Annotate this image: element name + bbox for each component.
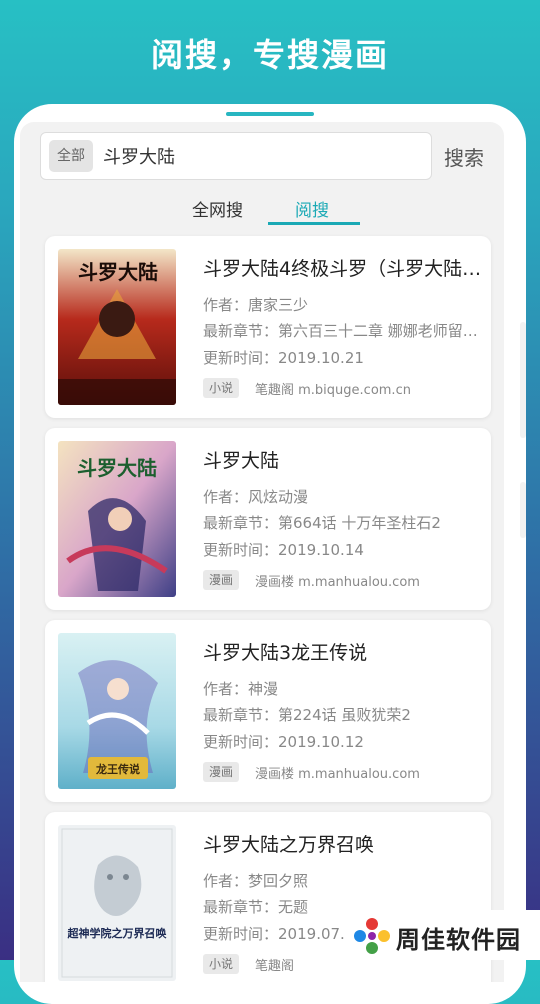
- result-author: 作者：唐家三少: [203, 294, 485, 315]
- updated-value: 2019.10.21: [278, 349, 364, 367]
- active-tab-indicator: [268, 222, 360, 225]
- result-source: 漫画楼 m.manhualou.com: [255, 575, 420, 590]
- latest-value: 第664话 十万年圣柱石2: [278, 514, 441, 532]
- watermark-logo-icon: [354, 918, 390, 954]
- watermark: 周佳软件园: [346, 910, 540, 960]
- author-value: 唐家三少: [248, 296, 309, 314]
- updated-label: 更新时间：: [203, 925, 279, 943]
- app-screen: 全部 搜索 全网搜 阅搜 斗罗大陆: [20, 122, 504, 982]
- result-type-badge: 漫画: [203, 570, 240, 590]
- updated-value: 2019.07.: [278, 925, 345, 943]
- search-tabs: 全网搜 阅搜: [20, 192, 504, 226]
- latest-value: 第六百三十二章 娜娜老师留下来: [278, 322, 485, 340]
- cover-title-text: 龙王传说: [95, 762, 140, 776]
- result-card[interactable]: 龙王传说 斗罗大陆3龙王传说 作者：神漫 最新章节：第224话 虽败犹荣2 更新…: [45, 620, 491, 802]
- phone-speaker: [226, 112, 314, 116]
- tab-yuesou[interactable]: 阅搜: [295, 196, 329, 221]
- result-title[interactable]: 斗罗大陆之万界召唤: [203, 830, 485, 857]
- author-value: 梦回夕照: [248, 872, 309, 890]
- book-cover[interactable]: 斗罗大陆: [58, 441, 176, 597]
- latest-label: 最新章节：: [203, 322, 279, 340]
- updated-value: 2019.10.12: [278, 733, 364, 751]
- cover-title-text: 斗罗大陆: [77, 456, 157, 480]
- cover-title-text: 斗罗大陆: [78, 260, 158, 284]
- author-value: 神漫: [248, 680, 279, 698]
- side-button-volume: [520, 322, 526, 438]
- result-updated: 更新时间：2019.10.14: [203, 539, 485, 560]
- result-updated: 更新时间：2019.10.21: [203, 347, 485, 368]
- updated-label: 更新时间：: [203, 733, 279, 751]
- search-scope-selector[interactable]: 全部: [49, 140, 93, 172]
- result-type-badge: 漫画: [203, 762, 240, 782]
- author-label: 作者：: [203, 296, 249, 314]
- latest-label: 最新章节：: [203, 706, 279, 724]
- headline: 阅搜，专搜漫画: [150, 36, 389, 74]
- author-label: 作者：: [203, 872, 249, 890]
- result-title[interactable]: 斗罗大陆: [203, 446, 485, 473]
- result-title[interactable]: 斗罗大陆4终极斗罗（斗罗大陆4）: [203, 254, 485, 281]
- author-value: 风炫动漫: [248, 488, 309, 506]
- book-cover[interactable]: 龙王传说: [58, 633, 176, 789]
- watermark-text: 周佳软件园: [396, 926, 521, 954]
- tab-all-web[interactable]: 全网搜: [192, 196, 243, 221]
- book-cover[interactable]: 斗罗大陆: [58, 249, 176, 405]
- result-latest-chapter: 最新章节：第664话 十万年圣柱石2: [203, 512, 485, 533]
- search-input[interactable]: [101, 139, 425, 173]
- result-source: 漫画楼 m.manhualou.com: [255, 767, 420, 782]
- result-card[interactable]: 斗罗大陆 斗罗大陆 作者：风炫动漫 最新章节：第664话 十万年圣柱石2 更新时…: [45, 428, 491, 610]
- result-author: 作者：风炫动漫: [203, 486, 485, 507]
- latest-value: 无题: [278, 898, 309, 916]
- result-updated: 更新时间：2019.10.12: [203, 731, 485, 752]
- result-author: 作者：梦回夕照: [203, 870, 485, 891]
- author-label: 作者：: [203, 488, 249, 506]
- result-author: 作者：神漫: [203, 678, 485, 699]
- book-cover[interactable]: 超神学院之万界召唤: [58, 825, 176, 981]
- updated-value: 2019.10.14: [278, 541, 364, 559]
- result-type-badge: 小说: [203, 954, 240, 974]
- cover-title-text: 超神学院之万界召唤: [67, 926, 167, 940]
- search-bar: 全部: [40, 132, 432, 180]
- author-label: 作者：: [203, 680, 249, 698]
- side-button-power: [520, 482, 526, 538]
- latest-label: 最新章节：: [203, 514, 279, 532]
- result-title[interactable]: 斗罗大陆3龙王传说: [203, 638, 485, 665]
- updated-label: 更新时间：: [203, 349, 279, 367]
- result-card[interactable]: 斗罗大陆 斗罗大陆4终极斗罗（斗罗大陆4） 作者：唐家三少 最新章节：第六百三十…: [45, 236, 491, 418]
- result-type-badge: 小说: [203, 378, 240, 398]
- result-source: 笔趣阁: [255, 959, 295, 974]
- result-latest-chapter: 最新章节：第六百三十二章 娜娜老师留下来: [203, 320, 485, 341]
- latest-value: 第224话 虽败犹荣2: [278, 706, 411, 724]
- updated-label: 更新时间：: [203, 541, 279, 559]
- latest-label: 最新章节：: [203, 898, 279, 916]
- result-source: 笔趣阁 m.biquge.com.cn: [255, 383, 411, 398]
- result-latest-chapter: 最新章节：第224话 虽败犹荣2: [203, 704, 485, 725]
- search-button[interactable]: 搜索: [444, 142, 484, 171]
